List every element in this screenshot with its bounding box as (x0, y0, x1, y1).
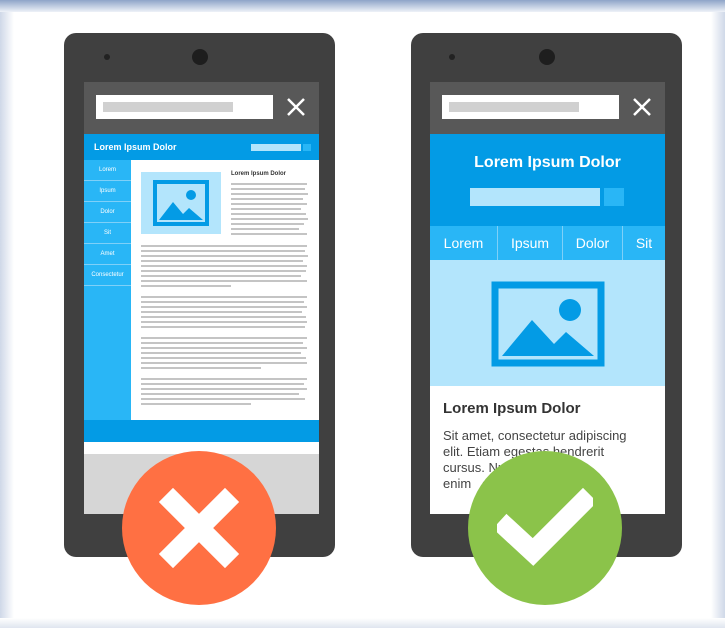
header-search-bar (251, 144, 301, 151)
close-icon[interactable] (631, 96, 653, 118)
url-input[interactable] (96, 95, 273, 119)
header-title: Lorem Ipsum Dolor (474, 154, 621, 171)
browser-bar (430, 82, 665, 134)
nav-bar: Lorem Ipsum Dolor Sit (430, 226, 665, 260)
fail-badge (122, 451, 276, 605)
image-placeholder-icon (491, 281, 605, 367)
content-heading: Lorem Ipsum Dolor (443, 400, 581, 417)
header-title: Lorem Ipsum Dolor (94, 142, 177, 152)
nav-item-ipsum[interactable]: Ipsum (498, 226, 562, 260)
nav-item-sit[interactable]: Sit (84, 223, 131, 244)
phone-left: Lorem Ipsum Dolor Lorem Ipsum Dolor Sit … (64, 33, 335, 605)
speaker-dot (104, 54, 110, 60)
check-icon (497, 488, 593, 566)
speaker-dot (449, 54, 455, 60)
url-input[interactable] (442, 95, 619, 119)
nav-item-consectetur[interactable]: Consectetur (84, 265, 131, 286)
browser-bar (84, 82, 319, 134)
camera-icon (192, 49, 208, 65)
sidebar-nav: Lorem Ipsum Dolor Sit Amet Consectetur (84, 160, 131, 420)
hero-image (430, 260, 665, 386)
nav-item-dolor[interactable]: Dolor (563, 226, 622, 260)
nav-item-ipsum[interactable]: Ipsum (84, 181, 131, 202)
camera-icon (539, 49, 555, 65)
nav-item-amet[interactable]: Amet (84, 244, 131, 265)
nav-item-lorem[interactable]: Lorem (430, 226, 497, 260)
site-header: Lorem Ipsum Dolor (84, 134, 319, 160)
screen-left: Lorem Ipsum Dolor Lorem Ipsum Dolor Sit … (84, 82, 319, 514)
site-header: Lorem Ipsum Dolor (430, 134, 665, 226)
nav-item-sit[interactable]: Sit (623, 226, 665, 260)
header-search-button (303, 144, 311, 151)
screen-right: Lorem Ipsum Dolor Lorem Ipsum Dolor Sit … (430, 82, 665, 514)
phone-right: Lorem Ipsum Dolor Lorem Ipsum Dolor Sit … (411, 33, 682, 605)
nav-item-lorem[interactable]: Lorem (84, 160, 131, 181)
nav-item-dolor[interactable]: Dolor (84, 202, 131, 223)
header-search-button[interactable] (604, 188, 624, 206)
header-search-input[interactable] (470, 188, 600, 206)
image-placeholder-icon (153, 180, 209, 226)
pass-badge (468, 451, 622, 605)
article-image (141, 172, 221, 234)
close-icon[interactable] (285, 96, 307, 118)
site-footer (84, 420, 319, 442)
article-heading: Lorem Ipsum Dolor (231, 171, 287, 177)
close-icon (159, 488, 239, 568)
